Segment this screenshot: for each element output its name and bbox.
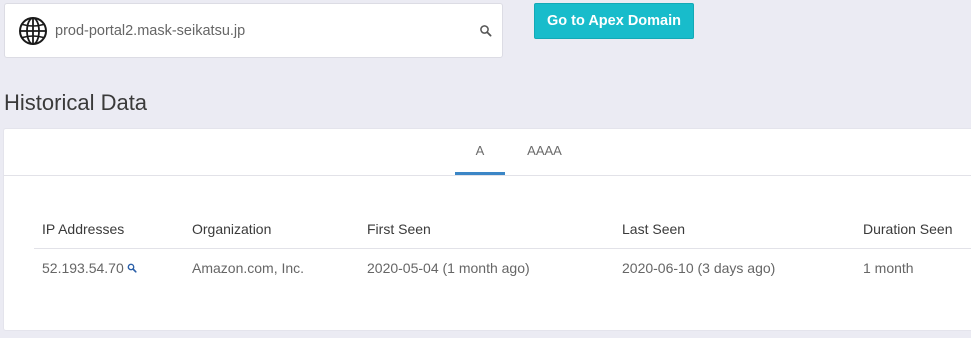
column-header-ip-addresses: IP Addresses	[42, 221, 125, 237]
table-cell-duration-seen: 1 month	[863, 260, 914, 276]
table-cell-ip-address: 52.193.54.70	[42, 260, 137, 276]
search-icon[interactable]	[479, 24, 493, 38]
table-header-divider	[34, 248, 971, 249]
section-title: Historical Data	[4, 90, 148, 115]
column-header-organization: Organization	[192, 221, 272, 237]
globe-icon	[19, 17, 47, 45]
historical-data-card: A AAAA IP Addresses Organization First S…	[3, 128, 971, 331]
table-cell-last-seen: 2020-06-10 (3 days ago)	[622, 260, 776, 276]
record-type-tabs: A AAAA	[4, 129, 971, 176]
table-cell-first-seen: 2020-05-04 (1 month ago)	[367, 260, 530, 276]
column-header-duration-seen: Duration Seen	[863, 221, 953, 237]
search-icon[interactable]	[127, 263, 137, 273]
column-header-last-seen: Last Seen	[622, 221, 686, 237]
ip-address-link[interactable]: 52.193.54.70	[42, 260, 124, 276]
tab-aaaa[interactable]: AAAA	[517, 129, 572, 175]
go-to-apex-domain-button[interactable]: Go to Apex Domain	[534, 3, 694, 39]
domain-search-input[interactable]	[55, 20, 455, 42]
active-tab-indicator	[455, 172, 505, 175]
domain-search-box	[4, 3, 503, 58]
table-cell-organization: Amazon.com, Inc.	[192, 260, 305, 276]
tab-a[interactable]: A	[455, 129, 505, 175]
column-header-first-seen: First Seen	[367, 221, 431, 237]
